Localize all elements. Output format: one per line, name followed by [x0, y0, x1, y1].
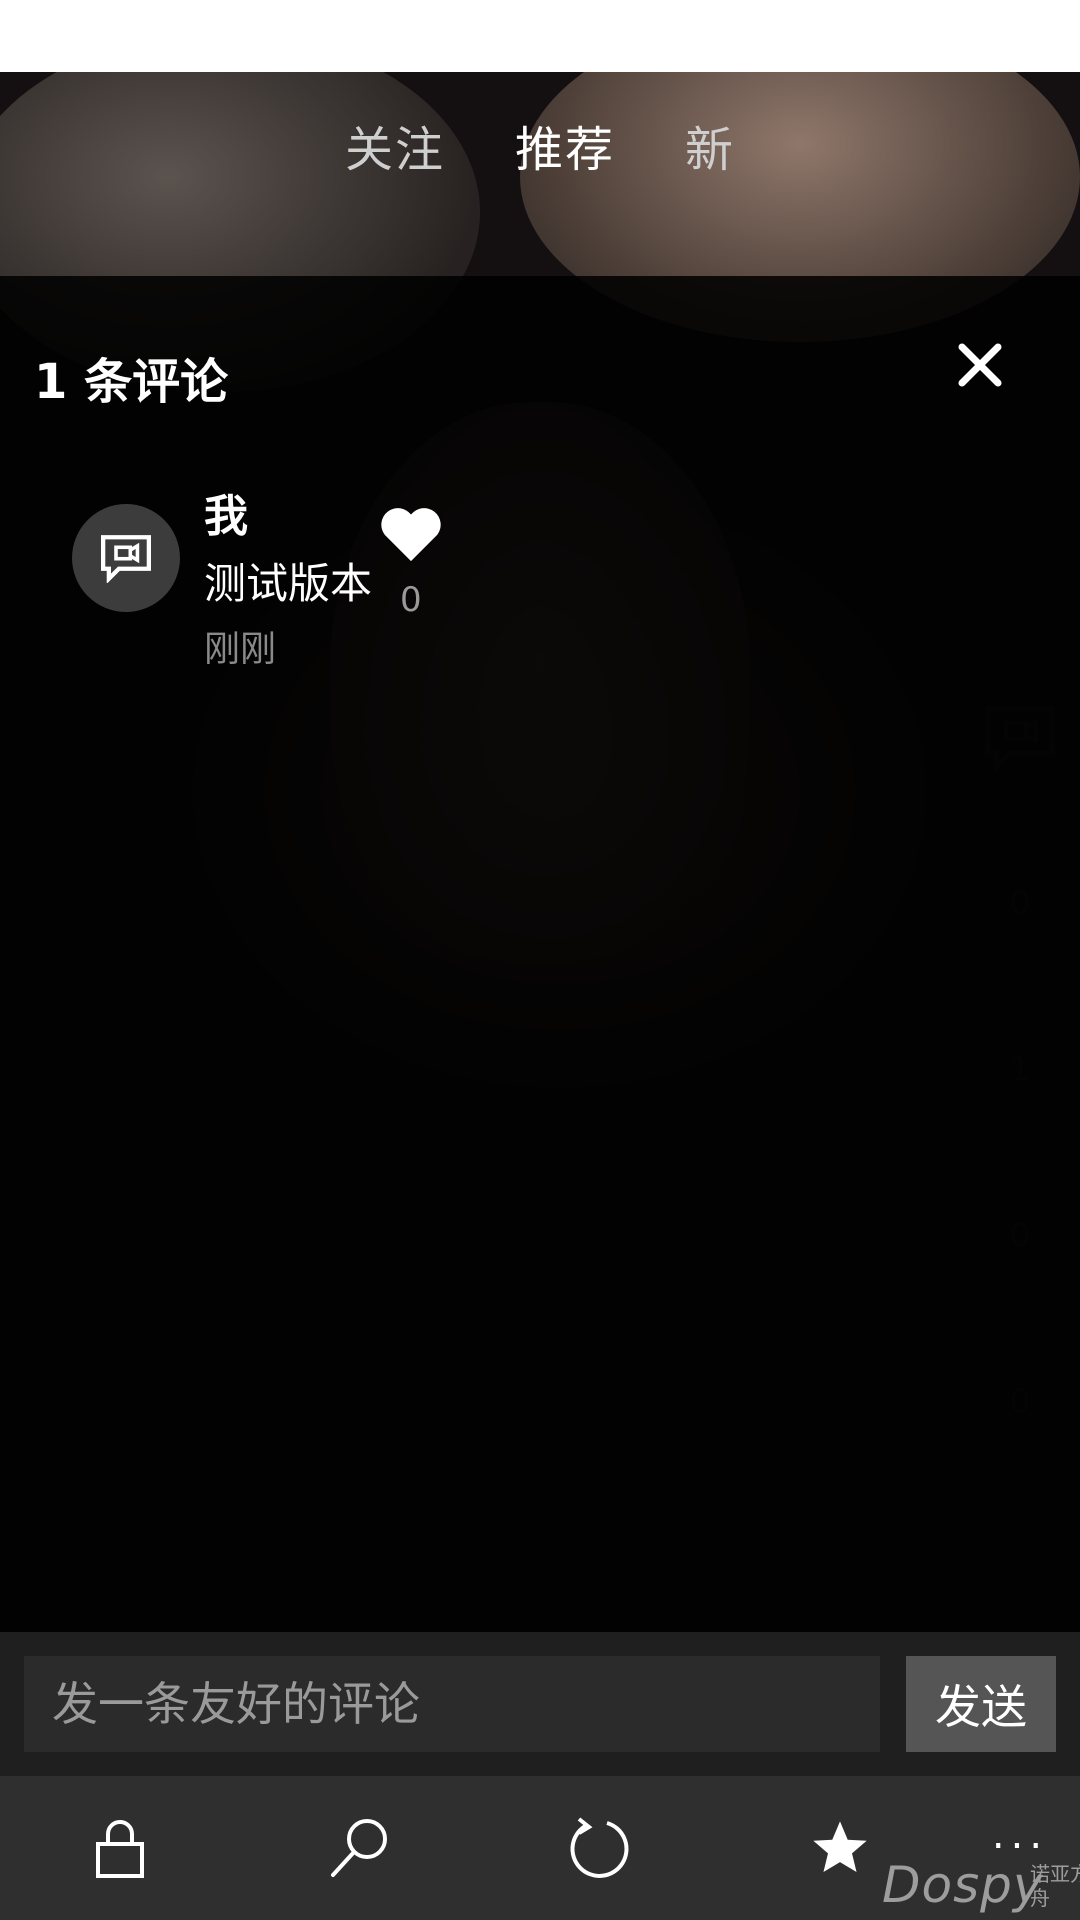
watermark-brand: Dospy — [882, 1856, 1044, 1914]
comment-time: 刚刚 — [204, 629, 277, 670]
refresh-icon — [570, 1817, 629, 1878]
comment-like-count: 0 — [400, 580, 422, 620]
comment-cam-icon — [101, 535, 151, 583]
heart-icon — [381, 508, 441, 562]
favorite-button[interactable] — [804, 1812, 876, 1884]
search-button[interactable] — [324, 1812, 396, 1884]
star-icon — [813, 1821, 867, 1872]
comments-title: 1 条评论 — [34, 354, 229, 410]
top-tabs: 关注 推荐 新 — [0, 110, 1080, 180]
comment-item: 我 测试版本 刚刚 0 — [72, 480, 572, 680]
lock-icon — [96, 1820, 144, 1878]
watermark-sub: 诺亚方舟 — [1030, 1862, 1080, 1910]
more-button[interactable]: ... — [984, 1812, 1056, 1858]
tab-recommend[interactable]: 推荐 — [515, 110, 615, 180]
comment-author: 我 — [204, 491, 248, 542]
avatar[interactable] — [72, 504, 180, 612]
comment-text: 测试版本 — [204, 559, 373, 608]
search-icon — [331, 1819, 387, 1877]
comment-like-button[interactable] — [376, 500, 446, 570]
status-strip — [0, 0, 1080, 72]
send-button[interactable]: 发送 — [906, 1656, 1056, 1752]
tab-follow[interactable]: 关注 — [345, 110, 445, 180]
refresh-button[interactable] — [564, 1812, 636, 1884]
lock-button[interactable] — [84, 1812, 156, 1884]
close-button[interactable] — [950, 335, 1010, 395]
comment-input[interactable] — [24, 1656, 880, 1752]
watermark: Dospy 诺亚方舟 — [882, 1856, 1080, 1914]
close-icon — [958, 343, 1002, 387]
tab-new[interactable]: 新 — [685, 110, 735, 180]
comment-input-bar: 发送 — [0, 1632, 1080, 1776]
